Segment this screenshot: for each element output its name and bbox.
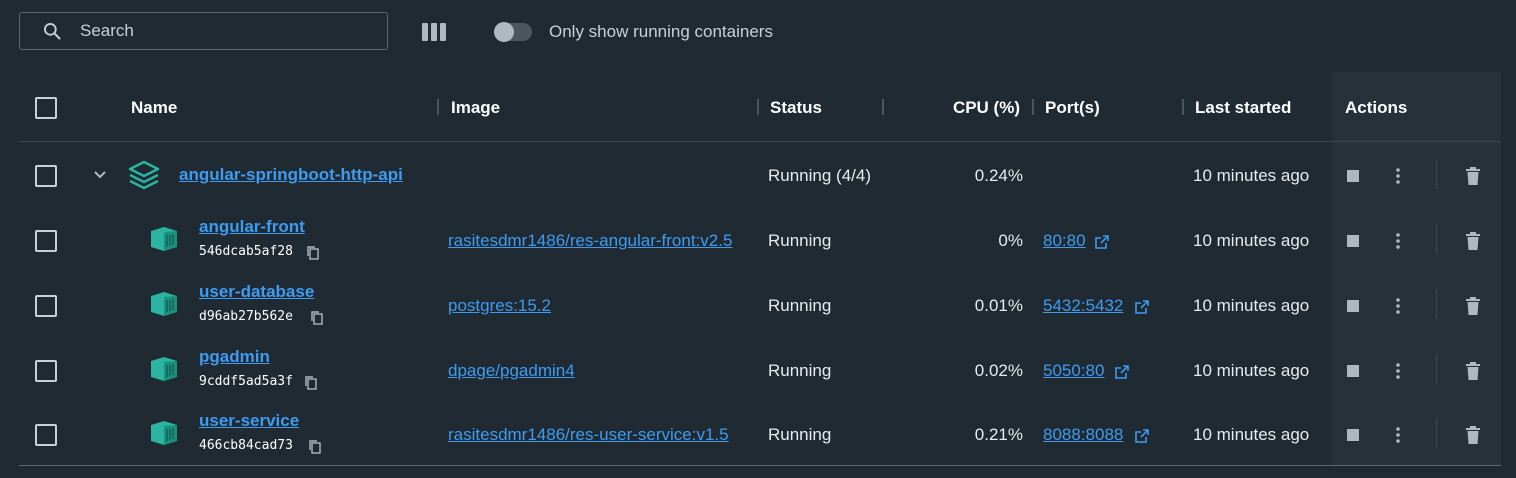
header-status[interactable]: Status: [770, 98, 822, 118]
port-link[interactable]: 80:80: [1043, 231, 1086, 251]
container-id: d96ab27b562e: [199, 309, 293, 324]
more-vertical-icon[interactable]: [1391, 425, 1405, 445]
container-status: Running: [768, 296, 832, 315]
row-checkbox[interactable]: [35, 295, 57, 317]
container-row[interactable]: user-service 466cb84cad73 rasitesdmr1486…: [19, 402, 1501, 467]
search-icon: [44, 23, 61, 40]
container-name-link[interactable]: pgadmin: [199, 347, 270, 367]
group-name-link[interactable]: angular-springboot-http-api: [179, 165, 403, 185]
container-cpu: 0.01%: [974, 296, 1023, 315]
container-icon: [151, 227, 177, 251]
container-row[interactable]: pgadmin 9cddf5ad5a3f dpage/pgadmin4 Runn…: [19, 337, 1501, 402]
action-separator: [1436, 224, 1437, 254]
container-status: Running: [768, 231, 832, 250]
column-separator[interactable]: [1182, 99, 1184, 115]
chevron-down-icon[interactable]: [92, 168, 108, 182]
column-separator[interactable]: [882, 99, 884, 115]
copy-icon[interactable]: [308, 439, 322, 455]
action-separator: [1436, 418, 1437, 448]
toggle-knob: [494, 22, 514, 42]
stop-icon[interactable]: [1345, 298, 1361, 314]
external-link-icon[interactable]: [1135, 300, 1149, 314]
trash-icon[interactable]: [1464, 361, 1482, 381]
container-row[interactable]: angular-front 546dcab5af28 rasitesdmr148…: [19, 207, 1501, 272]
table-header: Name Image Status CPU (%) Port(s) Last s…: [19, 72, 1501, 142]
external-link-icon[interactable]: [1135, 429, 1149, 443]
column-separator[interactable]: [757, 99, 759, 115]
trash-icon[interactable]: [1464, 296, 1482, 316]
container-last-started: 10 minutes ago: [1193, 361, 1310, 380]
more-vertical-icon[interactable]: [1391, 296, 1405, 316]
header-ports[interactable]: Port(s): [1045, 98, 1100, 118]
stop-icon[interactable]: [1345, 168, 1361, 184]
columns-icon[interactable]: [421, 22, 447, 42]
external-link-icon[interactable]: [1115, 365, 1129, 379]
image-link[interactable]: dpage/pgadmin4: [448, 361, 575, 381]
running-only-toggle[interactable]: [494, 22, 532, 42]
action-separator: [1436, 354, 1437, 384]
container-icon: [151, 292, 177, 316]
action-separator: [1436, 289, 1437, 319]
more-vertical-icon[interactable]: [1391, 166, 1405, 186]
compose-group-row[interactable]: angular-springboot-http-api Running (4/4…: [19, 142, 1501, 207]
header-image[interactable]: Image: [451, 98, 500, 118]
search-box[interactable]: [19, 12, 388, 50]
container-name-link[interactable]: user-service: [199, 411, 299, 431]
group-last-started: 10 minutes ago: [1193, 166, 1310, 185]
copy-icon[interactable]: [310, 310, 324, 326]
group-cpu: 0.24%: [974, 166, 1023, 185]
container-last-started: 10 minutes ago: [1193, 296, 1310, 315]
image-link[interactable]: postgres:15.2: [448, 296, 551, 316]
port-link[interactable]: 8088:8088: [1043, 425, 1123, 445]
row-checkbox[interactable]: [35, 165, 57, 187]
header-actions: Actions: [1345, 98, 1408, 117]
select-all-checkbox[interactable]: [35, 97, 57, 119]
header-last-started[interactable]: Last started: [1195, 98, 1291, 118]
container-cpu: 0.21%: [974, 425, 1023, 444]
container-row[interactable]: user-database d96ab27b562e postgres:15.2…: [19, 272, 1501, 337]
trash-icon[interactable]: [1464, 231, 1482, 251]
more-vertical-icon[interactable]: [1391, 231, 1405, 251]
container-status: Running: [768, 425, 832, 444]
row-checkbox[interactable]: [35, 360, 57, 382]
container-name-link[interactable]: angular-front: [199, 217, 305, 237]
container-id: 546dcab5af28: [199, 244, 293, 259]
port-link[interactable]: 5432:5432: [1043, 296, 1123, 316]
container-cpu: 0%: [998, 231, 1023, 250]
containers-page: Only show running containers Name Image …: [0, 0, 1516, 478]
external-link-icon[interactable]: [1095, 235, 1109, 249]
header-name[interactable]: Name: [131, 98, 177, 118]
container-icon: [151, 357, 177, 381]
stop-icon[interactable]: [1345, 233, 1361, 249]
stack-icon: [128, 160, 160, 190]
table-bottom-divider: [19, 465, 1501, 466]
row-checkbox[interactable]: [35, 424, 57, 446]
row-checkbox[interactable]: [35, 230, 57, 252]
column-separator[interactable]: [1032, 99, 1034, 115]
container-name-link[interactable]: user-database: [199, 282, 314, 302]
stop-icon[interactable]: [1345, 363, 1361, 379]
copy-icon[interactable]: [306, 245, 320, 261]
search-input[interactable]: [78, 20, 342, 42]
container-icon: [151, 421, 177, 445]
container-last-started: 10 minutes ago: [1193, 231, 1310, 250]
container-id: 9cddf5ad5a3f: [199, 374, 293, 389]
header-cpu[interactable]: CPU (%): [919, 98, 1020, 118]
container-last-started: 10 minutes ago: [1193, 425, 1310, 444]
image-link[interactable]: rasitesdmr1486/res-user-service:v1.5: [448, 425, 729, 445]
column-separator[interactable]: [437, 99, 439, 115]
trash-icon[interactable]: [1464, 425, 1482, 445]
more-vertical-icon[interactable]: [1391, 361, 1405, 381]
group-status: Running (4/4): [768, 166, 872, 185]
action-separator: [1436, 159, 1437, 189]
container-status: Running: [768, 361, 832, 380]
stop-icon[interactable]: [1345, 427, 1361, 443]
copy-icon[interactable]: [304, 375, 318, 391]
running-only-label: Only show running containers: [549, 22, 773, 41]
container-id: 466cb84cad73: [199, 438, 293, 453]
image-link[interactable]: rasitesdmr1486/res-angular-front:v2.5: [448, 231, 732, 251]
container-cpu: 0.02%: [974, 361, 1023, 380]
trash-icon[interactable]: [1464, 166, 1482, 186]
port-link[interactable]: 5050:80: [1043, 361, 1104, 381]
